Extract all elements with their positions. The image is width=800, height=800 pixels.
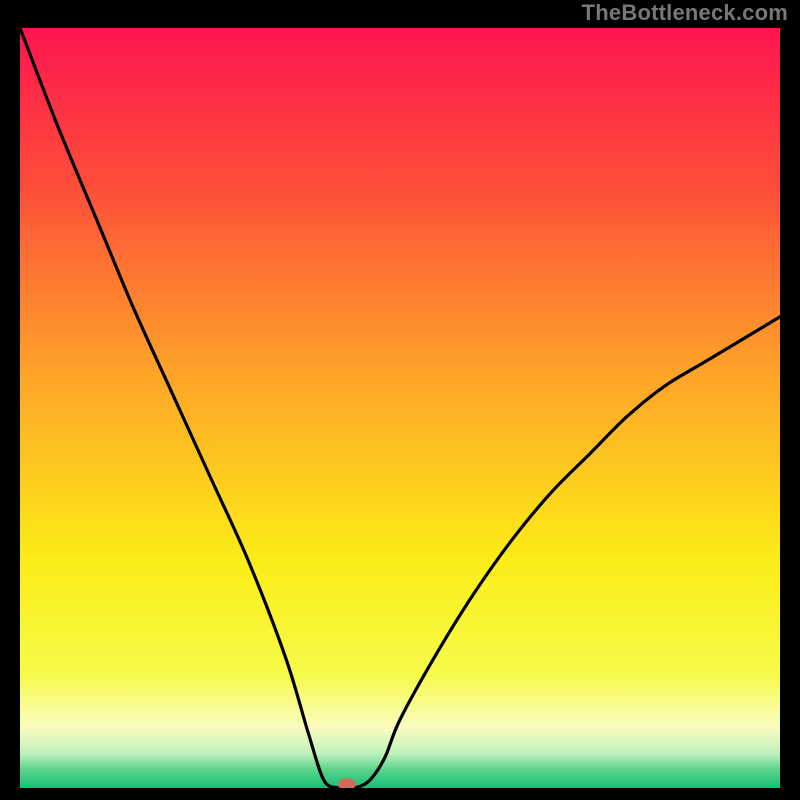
attribution-label: TheBottleneck.com (582, 0, 788, 26)
chart-frame: TheBottleneck.com (0, 0, 800, 800)
gradient-background (20, 28, 780, 788)
bottleneck-chart (20, 28, 780, 788)
